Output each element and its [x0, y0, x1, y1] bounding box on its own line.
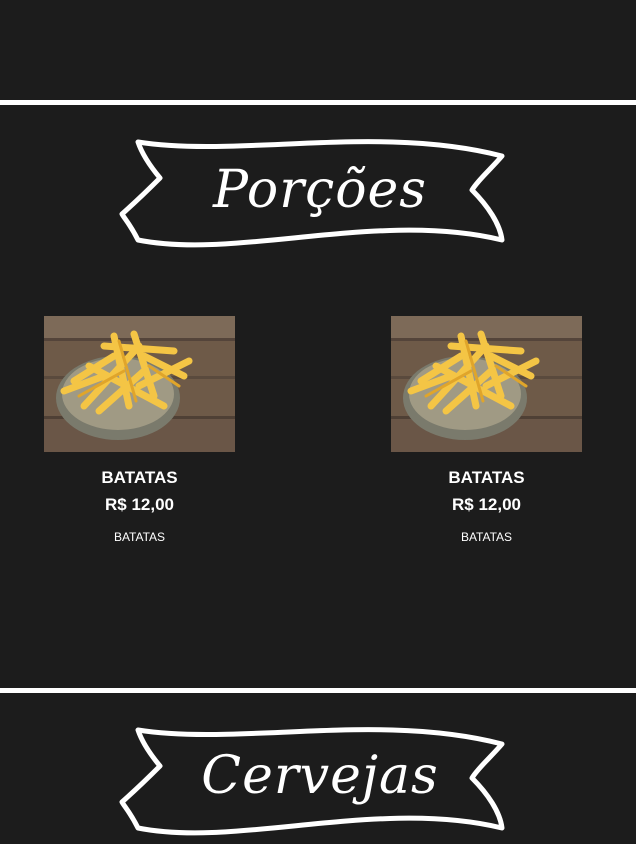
menu-item-card[interactable]: BATATAS R$ 12,00 BATATAS [391, 316, 582, 544]
french-fries-photo [44, 316, 235, 452]
section-banner-porcoes: Porções [118, 128, 522, 256]
item-name: BATATAS [448, 468, 525, 487]
item-description: BATATAS [460, 530, 513, 544]
section-title: Porções [213, 160, 427, 220]
item-price: R$ 12,00 [105, 495, 174, 514]
item-price: R$ 12,00 [452, 495, 521, 514]
section-title: Cervejas [201, 746, 439, 806]
item-description: BATATAS [113, 530, 166, 544]
item-name: BATATAS [101, 468, 178, 487]
section-banner-cervejas: Cervejas [118, 716, 522, 844]
menu-item-card[interactable]: BATATAS R$ 12,00 BATATAS [44, 316, 235, 544]
french-fries-photo [391, 316, 582, 452]
section-divider-top [0, 100, 636, 105]
section-divider [0, 688, 636, 693]
